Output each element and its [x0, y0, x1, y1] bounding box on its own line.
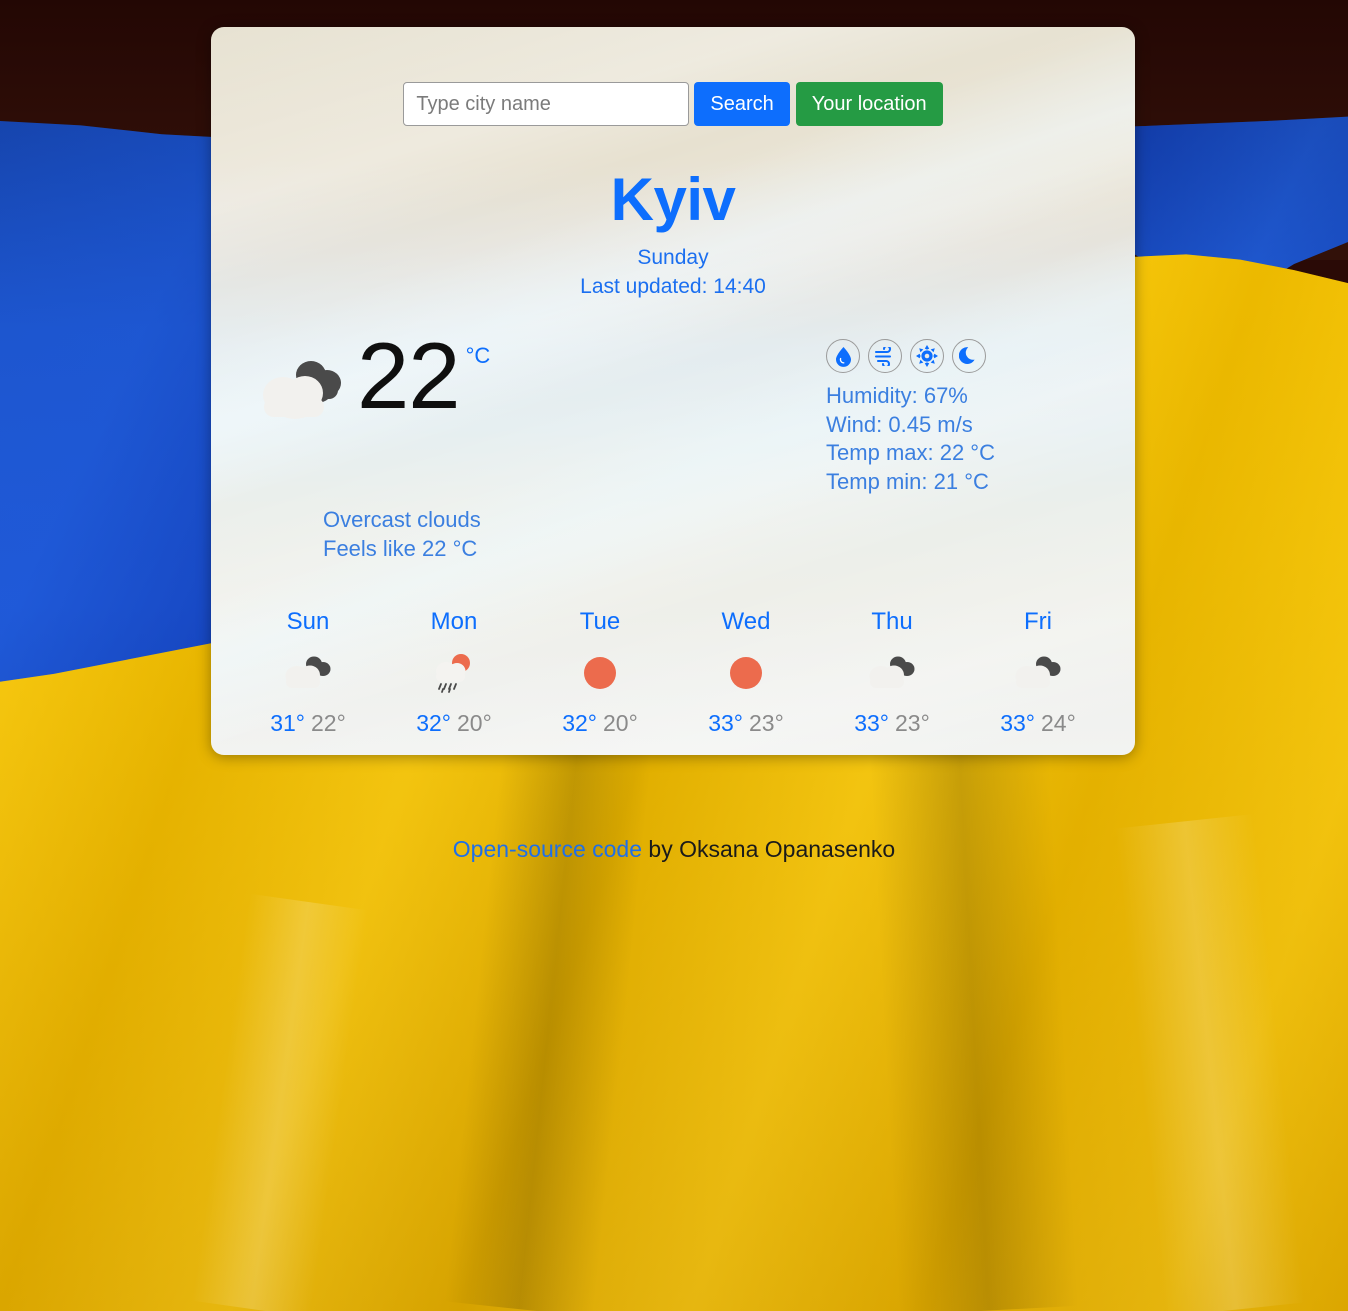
forecast-max-temp: 31° — [270, 709, 305, 736]
forecast-temps: 33° 23° — [819, 710, 965, 737]
temperature-unit[interactable]: °C — [466, 343, 491, 369]
humidity-value: Humidity: 67% — [826, 383, 968, 408]
sun-rain-cloud-icon — [381, 642, 527, 704]
current-conditions: 22 °C Humidity: 67% Wind: 0.45 m/s Temp … — [211, 323, 1135, 496]
forecast-day-wed[interactable]: Wed 33° 23° — [673, 608, 819, 737]
wind-icon — [868, 339, 903, 373]
feels-like-temperature: Feels like 22 °C — [323, 535, 478, 561]
forecast-max-temp: 32° — [416, 709, 451, 736]
your-location-button[interactable]: Your location — [795, 82, 943, 126]
city-heading-block: Kyiv Sunday Last updated: 14:40 — [211, 170, 1135, 299]
moon-icon — [952, 339, 987, 373]
detail-icon-row — [826, 339, 995, 373]
temp-max-value: Temp max: 22 °C — [826, 440, 995, 466]
overcast-clouds-icon — [235, 642, 381, 704]
forecast-max-temp: 33° — [708, 709, 743, 736]
humidity-droplet-icon — [826, 339, 861, 373]
forecast-day-sun[interactable]: Sun 31° 22° — [235, 608, 381, 737]
current-temperature-block: 22 °C — [255, 323, 491, 496]
search-input[interactable] — [403, 82, 690, 126]
forecast-min-temp: 24° — [1041, 709, 1076, 736]
footer-author-text: by Oksana Opanasenko — [642, 836, 896, 862]
weather-card: Search Your location Kyiv Sunday Last up… — [211, 27, 1135, 755]
search-form: Search Your location — [211, 27, 1135, 126]
forecast-day-thu[interactable]: Thu 33° 23° — [819, 608, 965, 737]
forecast-min-temp: 22° — [311, 709, 346, 736]
overcast-clouds-icon — [965, 642, 1111, 704]
forecast-temps: 33° 24° — [965, 710, 1111, 737]
temperature-readout: 22 °C — [357, 323, 491, 428]
forecast-max-temp: 33° — [1000, 709, 1035, 736]
search-button[interactable]: Search — [694, 82, 790, 126]
forecast-temps: 31° 22° — [235, 710, 381, 737]
city-name: Kyiv — [610, 166, 736, 233]
forecast-min-temp: 23° — [749, 709, 784, 736]
open-source-code-link[interactable]: Open-source code — [453, 836, 642, 862]
forecast-day-label: Sun — [286, 607, 330, 635]
forecast-min-temp: 20° — [457, 709, 492, 736]
forecast-max-temp: 32° — [562, 709, 597, 736]
current-temperature-value: 22 — [357, 323, 461, 428]
clear-sun-icon — [673, 642, 819, 704]
forecast-day-label: Thu — [871, 607, 913, 635]
forecast-day-label: Fri — [1024, 607, 1052, 635]
current-details-block: Humidity: 67% Wind: 0.45 m/s Temp max: 2… — [826, 339, 995, 496]
condition-text-block: Overcast clouds Feels like 22 °C — [323, 506, 1135, 563]
current-weekday: Sunday — [637, 246, 709, 269]
forecast-min-temp: 23° — [895, 709, 930, 736]
overcast-clouds-icon — [255, 353, 351, 433]
temp-min-value: Temp min: 21 °C — [826, 468, 989, 494]
forecast-row: Sun 31° 22° Mon 32° 20° Tue 32° 20° Wed … — [211, 608, 1135, 737]
forecast-day-label: Wed — [721, 607, 771, 635]
forecast-day-fri[interactable]: Fri 33° 24° — [965, 608, 1111, 737]
forecast-day-mon[interactable]: Mon 32° 20° — [381, 608, 527, 737]
forecast-temps: 32° 20° — [527, 710, 673, 737]
forecast-temps: 32° 20° — [381, 710, 527, 737]
forecast-max-temp: 33° — [854, 709, 889, 736]
clear-sun-icon — [527, 642, 673, 704]
footer: Open-source code by Oksana Opanasenko — [0, 836, 1348, 863]
last-updated-time: Last updated: 14:40 — [580, 275, 766, 298]
condition-description: Overcast clouds — [323, 507, 481, 533]
forecast-temps: 33° 23° — [673, 710, 819, 737]
forecast-min-temp: 20° — [603, 709, 638, 736]
sun-icon — [910, 339, 945, 373]
overcast-clouds-icon — [819, 642, 965, 704]
wind-value: Wind: 0.45 m/s — [826, 411, 973, 437]
forecast-day-label: Mon — [430, 607, 478, 635]
forecast-day-tue[interactable]: Tue 32° 20° — [527, 608, 673, 737]
forecast-day-label: Tue — [579, 607, 621, 635]
